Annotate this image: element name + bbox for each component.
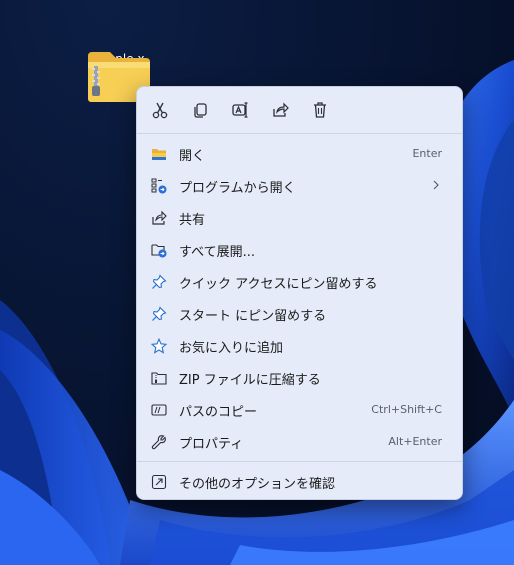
shortcut-label: Enter xyxy=(412,147,442,160)
share-button[interactable] xyxy=(267,97,293,123)
copy-path-icon xyxy=(151,402,167,418)
menu-item-label: 開く xyxy=(179,149,206,164)
share-icon xyxy=(273,102,289,117)
delete-icon xyxy=(314,102,326,118)
menu-item-copy-path[interactable]: パスのコピー Ctrl+Shift+C xyxy=(143,395,456,425)
extract-all-icon xyxy=(151,242,167,258)
zip-file-desktop-icon[interactable]: sample.x xyxy=(86,48,176,102)
open-with-icon xyxy=(151,178,167,194)
context-menu-toolbar xyxy=(137,87,462,134)
rename-button[interactable] xyxy=(227,97,253,123)
menu-item-label: クイック アクセスにピン留めする xyxy=(179,277,378,292)
pin-icon xyxy=(151,306,167,322)
cut-icon xyxy=(152,102,168,119)
menu-item-add-favorites[interactable]: お気に入りに追加 xyxy=(143,331,456,361)
menu-item-pin-start[interactable]: スタート にピン留めする xyxy=(143,299,456,329)
chevron-right-icon xyxy=(433,180,439,190)
menu-item-label: その他のオプションを確認 xyxy=(179,477,336,492)
pin-icon xyxy=(151,274,167,290)
menu-item-show-more-options[interactable]: その他のオプションを確認 xyxy=(143,467,456,497)
menu-item-label: プロパティ xyxy=(179,437,244,452)
context-menu: 開く Enter プログラムから開く 共有 すべて展開... クイック アクセス… xyxy=(136,86,463,500)
shortcut-label: Ctrl+Shift+C xyxy=(371,403,442,416)
menu-item-label: お気に入りに追加 xyxy=(179,341,284,356)
menu-item-properties[interactable]: プロパティ Alt+Enter xyxy=(143,427,456,457)
delete-button[interactable] xyxy=(307,97,333,123)
open-folder-icon xyxy=(151,146,167,162)
menu-item-pin-quick-access[interactable]: クイック アクセスにピン留めする xyxy=(143,267,456,297)
menu-item-label: パスのコピー xyxy=(179,405,258,420)
menu-item-label: すべて展開... xyxy=(179,245,255,260)
menu-item-label: ZIP ファイルに圧縮する xyxy=(179,373,321,388)
menu-separator xyxy=(137,461,462,462)
menu-item-extract-all[interactable]: すべて展開... xyxy=(143,235,456,265)
more-options-icon xyxy=(151,474,167,490)
menu-item-share[interactable]: 共有 xyxy=(143,203,456,233)
rename-icon xyxy=(232,102,248,118)
wrench-icon xyxy=(151,434,167,450)
copy-button[interactable] xyxy=(187,97,213,123)
menu-item-label: プログラムから開く xyxy=(179,181,296,196)
share-icon xyxy=(151,210,167,226)
menu-item-compress-zip[interactable]: ZIP ファイルに圧縮する xyxy=(143,363,456,393)
menu-item-label: 共有 xyxy=(179,213,206,228)
menu-item-open[interactable]: 開く Enter xyxy=(143,139,456,169)
menu-item-open-with[interactable]: プログラムから開く xyxy=(143,171,456,201)
menu-item-label: スタート にピン留めする xyxy=(179,309,327,324)
zip-icon xyxy=(151,370,167,386)
star-icon xyxy=(151,338,167,354)
shortcut-label: Alt+Enter xyxy=(388,435,442,448)
cut-button[interactable] xyxy=(147,97,173,123)
copy-icon xyxy=(194,103,207,118)
